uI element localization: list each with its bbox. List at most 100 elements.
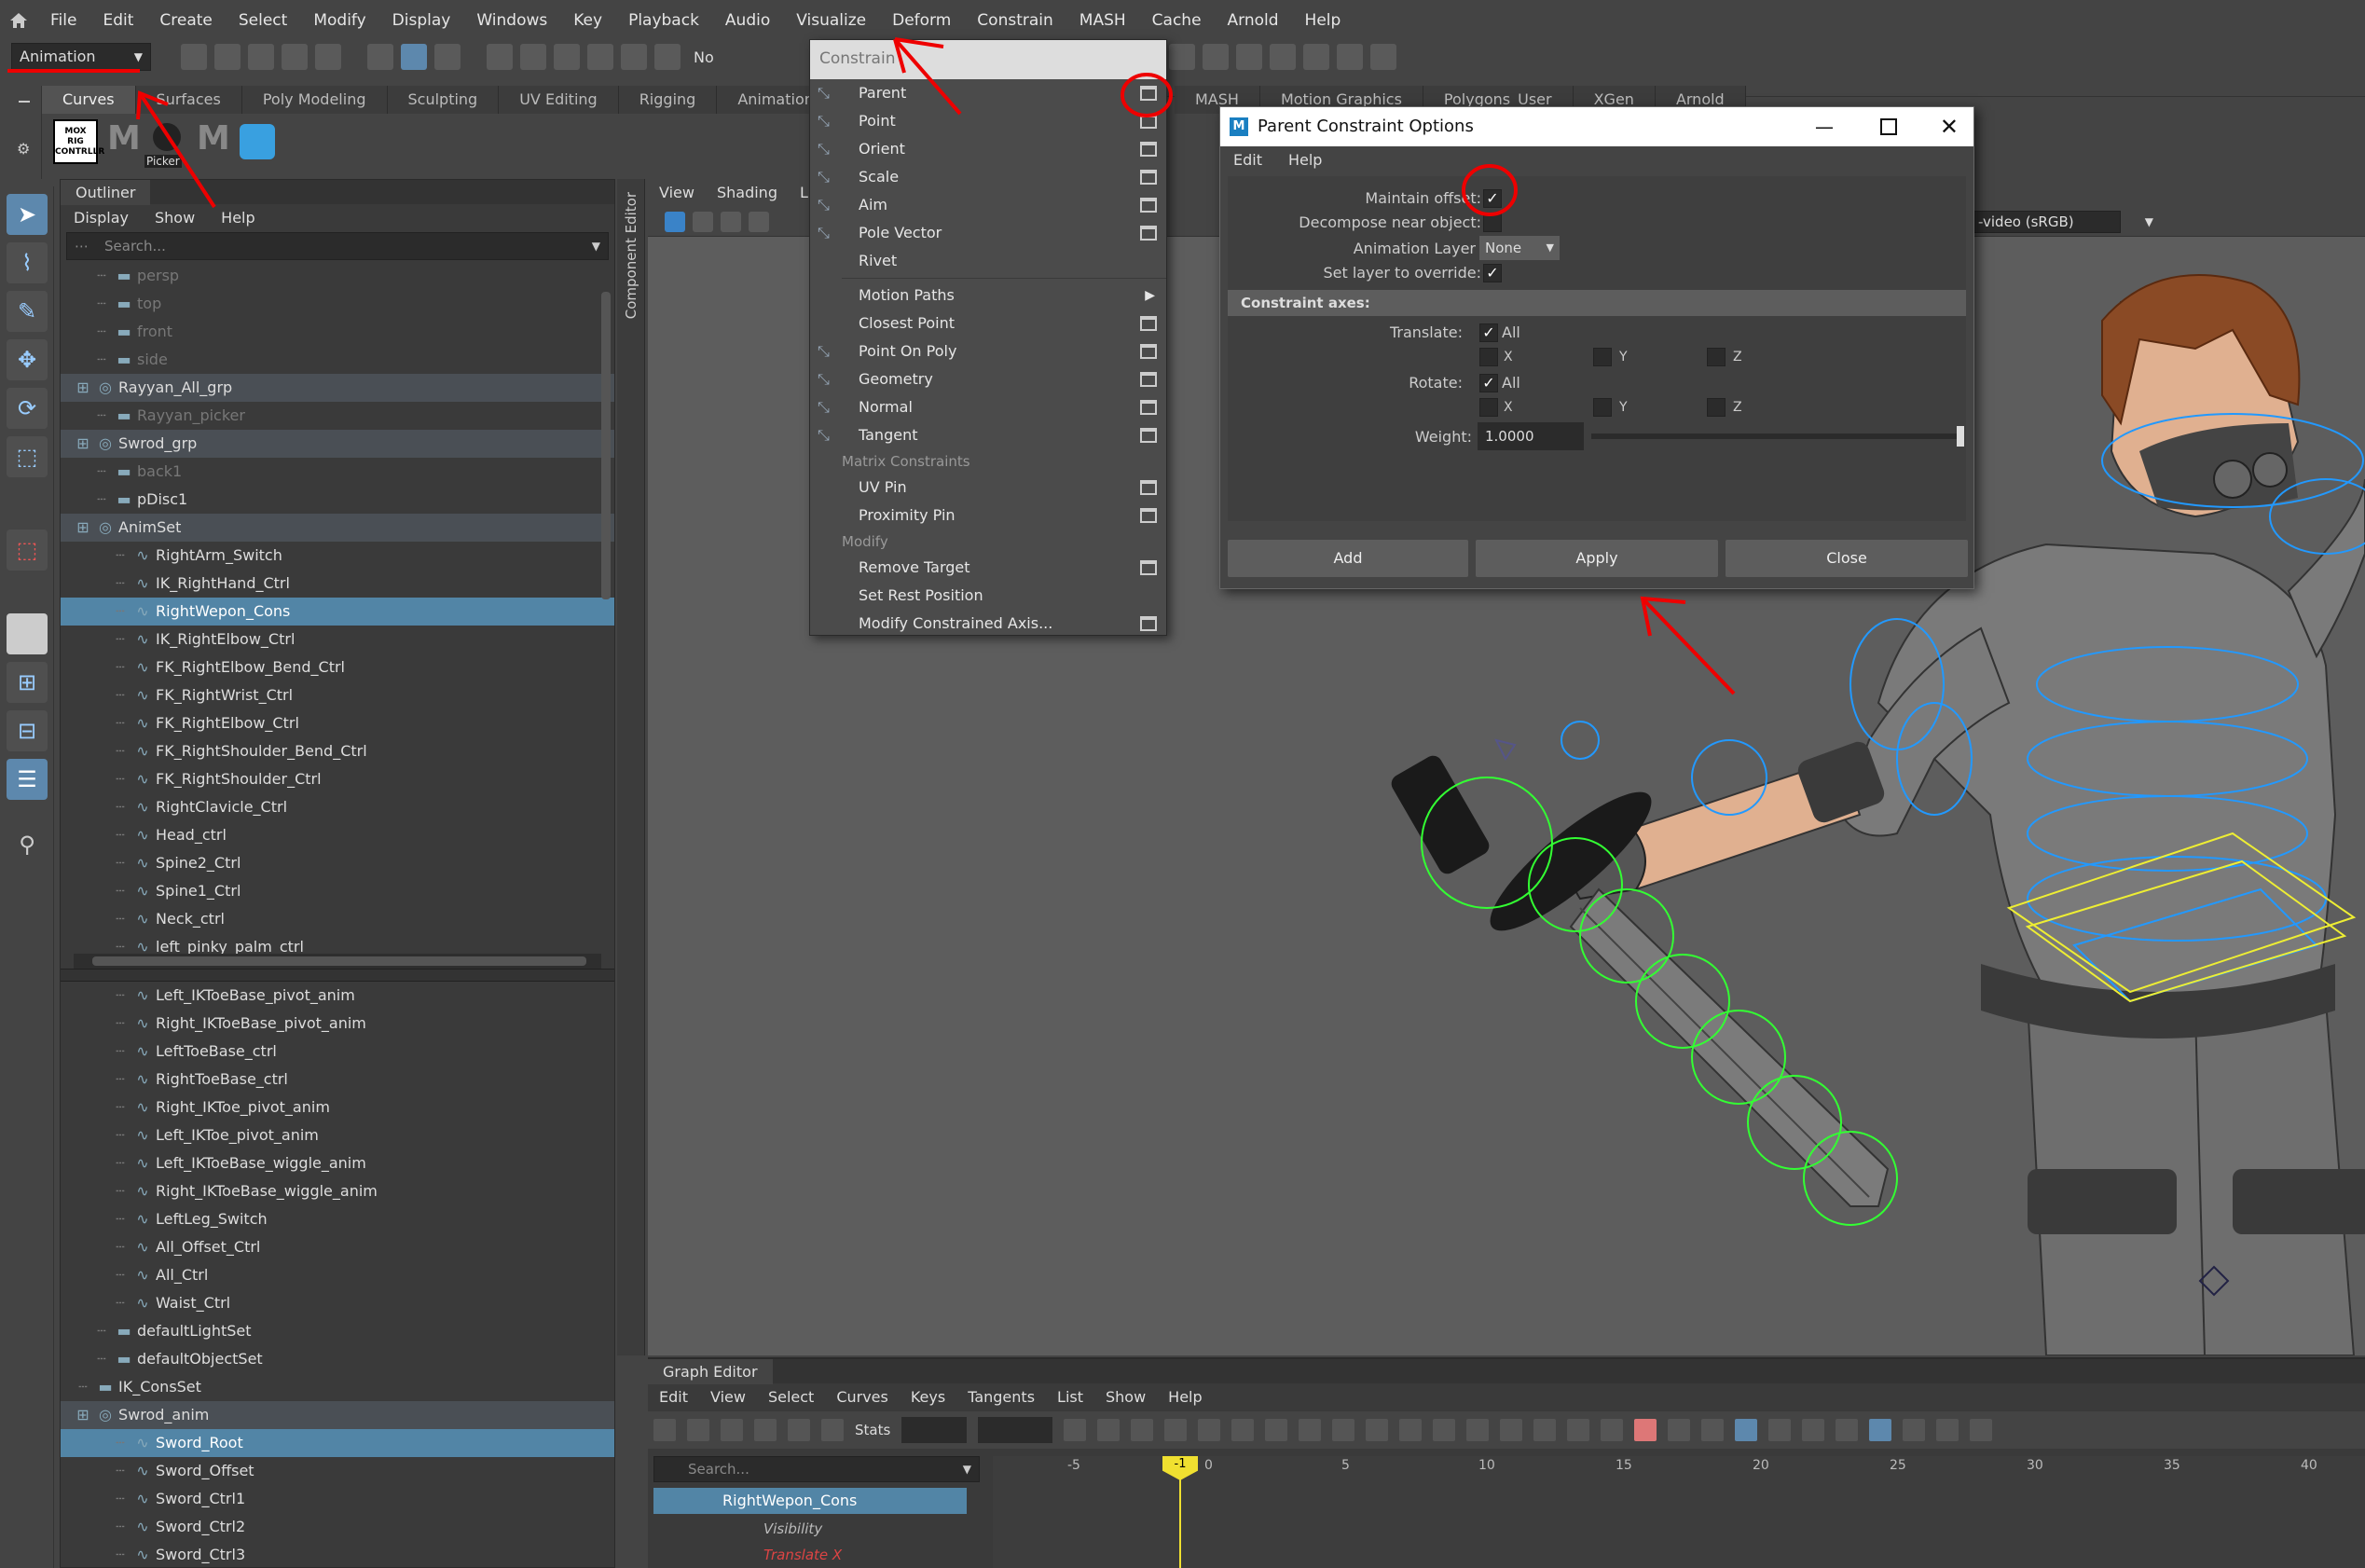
resample-icon[interactable]: [1869, 1419, 1892, 1441]
redo-icon[interactable]: [315, 44, 341, 70]
outliner-item[interactable]: ┄ ∿ FK_RightShoulder_Bend_Ctrl: [61, 737, 614, 765]
outliner-item[interactable]: ⊞ ◎ Swrod_grp: [61, 430, 614, 458]
tangent-step-icon[interactable]: [1366, 1419, 1389, 1441]
outliner-item[interactable]: ┄ ∿ Sword_Root: [61, 1429, 614, 1457]
minimize-icon[interactable]: —: [1815, 107, 1834, 146]
graph-menu-keys[interactable]: Keys: [900, 1383, 956, 1411]
outliner-item[interactable]: ┄ ▬ front: [61, 318, 614, 346]
component-editor-tab[interactable]: Component Editor: [617, 179, 645, 1355]
shelf-tab-uv-editing[interactable]: UV Editing: [499, 86, 619, 114]
stats-field-2[interactable]: [978, 1417, 1053, 1443]
tangent-flat-icon[interactable]: [1332, 1419, 1355, 1441]
menu-audio[interactable]: Audio: [712, 0, 783, 41]
m2-shelf-icon[interactable]: M: [197, 119, 234, 164]
rotate-tool-icon[interactable]: ⟳: [7, 388, 48, 429]
translate-all-checkbox[interactable]: ✓: [1479, 323, 1498, 342]
outliner-layout-icon[interactable]: ☰: [7, 759, 48, 800]
constrain-menu-item-rivet[interactable]: Rivet: [810, 247, 1166, 275]
lock-weight-icon[interactable]: [1533, 1419, 1557, 1441]
outliner-item[interactable]: ┄ ∿ Spine2_Ctrl: [61, 849, 614, 877]
four-pane-icon[interactable]: ⊞: [7, 662, 48, 703]
option-box-icon[interactable]: [1140, 560, 1157, 575]
weight-field[interactable]: 1.0000: [1478, 422, 1584, 450]
decompose-checkbox[interactable]: [1483, 213, 1502, 232]
constrain-menu-title[interactable]: Constrain: [810, 40, 1166, 79]
outliner-item[interactable]: ┄ ▬ top: [61, 290, 614, 318]
outliner-item[interactable]: ┄ ∿ Right_IKToeBase_pivot_anim: [61, 1010, 614, 1038]
outliner-menu-show[interactable]: Show: [142, 209, 208, 227]
colorspace-dropdown[interactable]: -video (sRGB) ▼: [1972, 211, 2153, 233]
outliner-item[interactable]: ┄ ∿ Right_IKToe_pivot_anim: [61, 1093, 614, 1121]
outliner-item[interactable]: ⊞ ◎ AnimSet: [61, 514, 614, 542]
snap-key-icon[interactable]: [821, 1419, 844, 1441]
move-key-icon[interactable]: [653, 1419, 676, 1441]
menu-arnold[interactable]: Arnold: [1215, 0, 1292, 41]
outliner-hscroll[interactable]: [74, 954, 601, 969]
outliner-item[interactable]: ┄ ∿ RightClavicle_Ctrl: [61, 793, 614, 821]
apply-button[interactable]: Apply: [1476, 540, 1718, 577]
denormalize-icon[interactable]: [1701, 1419, 1725, 1441]
animation-layer-dropdown[interactable]: None ▼: [1479, 236, 1560, 260]
set-layer-checkbox[interactable]: ✓: [1483, 264, 1502, 282]
mode-selector[interactable]: Animation ▼: [11, 43, 151, 71]
curve-filter-icon[interactable]: [1836, 1419, 1859, 1441]
constrain-menu-item-parent[interactable]: ⤡ Parent: [810, 79, 1166, 107]
scale-tool-icon[interactable]: ⬚: [7, 436, 48, 477]
outliner-item[interactable]: ┄ ▬ defaultObjectSet: [61, 1345, 614, 1373]
chevron-down-icon[interactable]: ▼: [963, 1457, 971, 1481]
shelf-tab-curves[interactable]: Curves: [42, 86, 136, 114]
outliner-item[interactable]: ┄ ∿ Sword_Ctrl2: [61, 1513, 614, 1541]
snap-view-icon[interactable]: [587, 44, 613, 70]
graph-editor-search-input[interactable]: Search... ▼: [653, 1456, 980, 1482]
outliner-item[interactable]: ┄ ▬ persp: [61, 262, 614, 290]
paint-select-tool-icon[interactable]: ✎: [7, 291, 48, 332]
insert-key-icon[interactable]: [687, 1419, 709, 1441]
expand-toggle-icon[interactable]: ⊞: [74, 430, 92, 458]
rotate-x-checkbox[interactable]: [1479, 398, 1498, 417]
lattice-icon[interactable]: [721, 1419, 743, 1441]
free-weight-icon[interactable]: [1500, 1419, 1523, 1441]
outliner-item[interactable]: ⊞ ◎ Rayyan_All_grp: [61, 374, 614, 402]
constrain-menu-item-modify-constrained-axis[interactable]: Modify Constrained Axis...: [810, 610, 1166, 638]
expand-toggle-icon[interactable]: ⊞: [74, 1401, 92, 1429]
tangent-auto-icon[interactable]: [1198, 1419, 1221, 1441]
simplify-icon[interactable]: [1936, 1419, 1959, 1441]
new-scene-icon[interactable]: [181, 44, 207, 70]
m-shelf-icon[interactable]: M: [107, 119, 144, 164]
frame-all-icon[interactable]: [1097, 1419, 1121, 1441]
undo-icon[interactable]: [282, 44, 308, 70]
outliner-item[interactable]: ┄ ∿ IK_RightHand_Ctrl: [61, 570, 614, 598]
search-options-icon[interactable]: ⋯: [75, 233, 89, 259]
outliner-item[interactable]: ┄ ∿ Neck_ctrl: [61, 905, 614, 933]
graph-menu-help[interactable]: Help: [1157, 1383, 1213, 1411]
grid-icon[interactable]: [721, 211, 741, 232]
snap-surface-icon[interactable]: [621, 44, 647, 70]
outliner-item[interactable]: ┄ ∿ Sword_Ctrl3: [61, 1541, 614, 1568]
graph-menu-curves[interactable]: Curves: [825, 1383, 900, 1411]
outliner-item[interactable]: ┄ ▬ IK_ConsSet: [61, 1373, 614, 1401]
swap-buffer-icon[interactable]: [1601, 1419, 1624, 1441]
hypershade-icon[interactable]: [1270, 44, 1296, 70]
menu-windows[interactable]: Windows: [463, 0, 560, 41]
outliner-item[interactable]: ┄ ∿ IK_RightElbow_Ctrl: [61, 626, 614, 653]
menu-modify[interactable]: Modify: [300, 0, 378, 41]
ipr-icon[interactable]: [1203, 44, 1229, 70]
rotate-z-checkbox[interactable]: [1707, 398, 1726, 417]
maximize-icon[interactable]: [1880, 118, 1897, 135]
outliner-vscroll[interactable]: [601, 292, 611, 599]
center-current-icon[interactable]: [1164, 1419, 1188, 1441]
translate-z-checkbox[interactable]: [1707, 348, 1726, 366]
outliner-item[interactable]: ┄ ▬ back1: [61, 458, 614, 486]
outliner-item[interactable]: ┄ ▬ pDisc1: [61, 486, 614, 514]
option-box-icon[interactable]: [1140, 616, 1157, 631]
outliner-item[interactable]: ┄ ∿ Spine1_Ctrl: [61, 877, 614, 905]
constrain-menu-item-pole-vector[interactable]: ⤡ Pole Vector: [810, 219, 1166, 247]
tangent-clamped-icon[interactable]: [1265, 1419, 1288, 1441]
constrain-menu-item-scale[interactable]: ⤡ Scale: [810, 163, 1166, 191]
frame-playback-icon[interactable]: [1131, 1419, 1154, 1441]
option-box-icon[interactable]: [1140, 226, 1157, 241]
render-setup-icon[interactable]: [1303, 44, 1329, 70]
option-box-icon[interactable]: [1140, 480, 1157, 495]
magnify-icon[interactable]: ⚲: [7, 824, 48, 865]
outliner-menu-display[interactable]: Display: [61, 209, 142, 227]
